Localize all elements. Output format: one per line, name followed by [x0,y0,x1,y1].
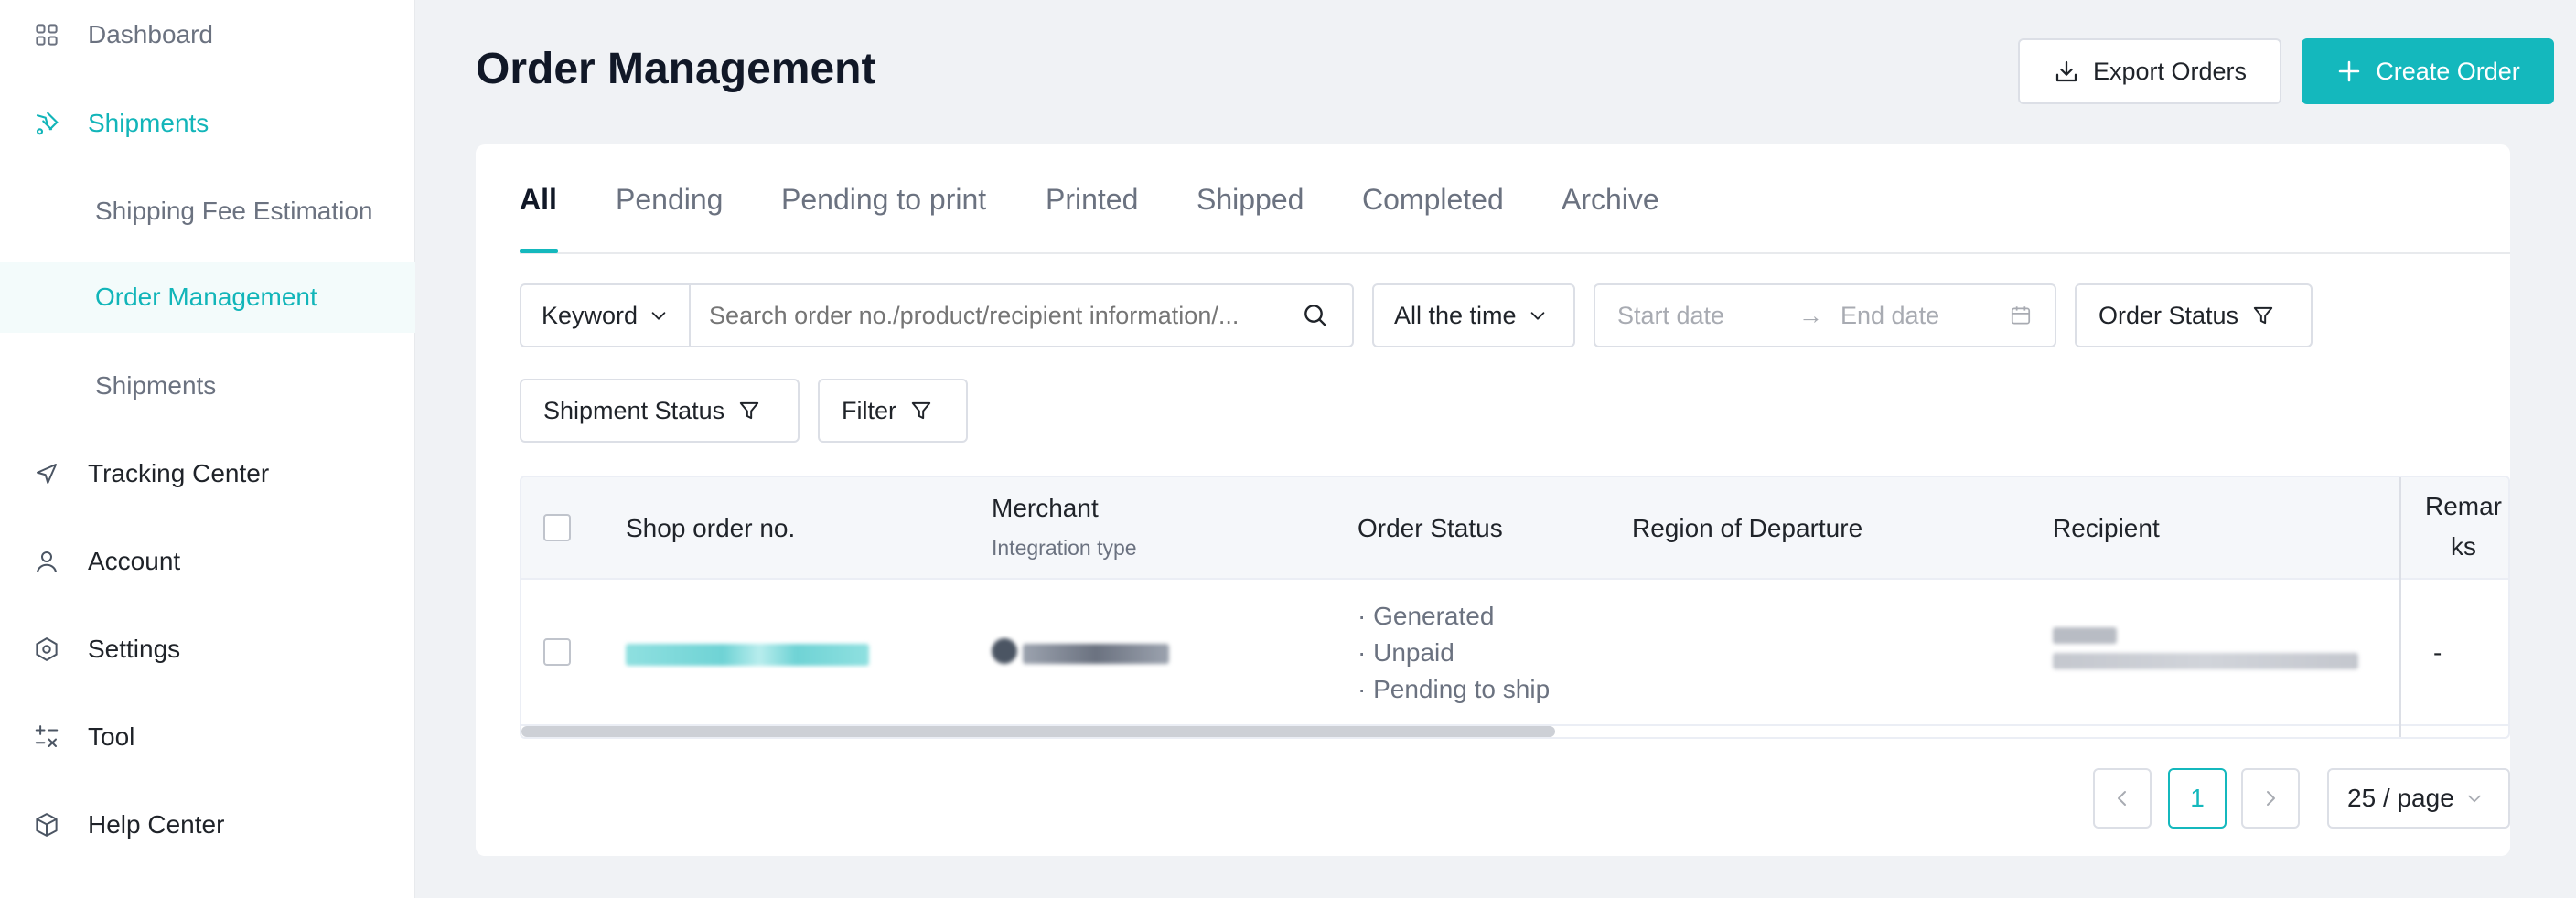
export-orders-label: Export Orders [2092,57,2248,85]
sidebar-item-label: Shipments [95,371,217,400]
order-status-generated: · Generated [1358,602,1495,630]
download-icon [2055,60,2077,82]
chevron-down-icon [651,312,666,320]
chevron-left-icon [2118,791,2126,806]
sidebar-item-label: Settings [88,635,181,663]
shop-order-link[interactable] [626,644,869,666]
horizontal-scrollbar[interactable] [521,726,1555,737]
sidebar-item-label: Help Center [88,810,225,839]
table-header: Shop order no. Merchant Integration type… [521,477,2508,580]
search-icon[interactable] [1301,301,1330,330]
sidebar: Dashboard Shipments Shipping Fee Estimat… [0,0,415,898]
filter-icon [2253,306,2273,325]
tab-completed[interactable]: Completed [1362,183,1504,217]
table-row: · Generated · Unpaid · Pending to ship - [521,580,2508,724]
order-status-filter[interactable]: Order Status [2075,283,2313,347]
more-filter-button[interactable]: Filter [818,379,968,443]
column-header-integration-type: Integration type [992,536,1137,560]
arrow-right-icon: → [1798,301,1823,329]
order-status-pending-to-ship: · Pending to ship [1358,675,1551,703]
shipment-status-filter[interactable]: Shipment Status [520,379,800,443]
column-header-recipient: Recipient [2053,514,2160,542]
order-status-unpaid: · Unpaid [1358,638,1454,667]
sidebar-item-order-management[interactable]: Order Management [0,262,415,333]
orders-table: Shop order no. Merchant Integration type… [520,476,2510,739]
sidebar-item-label: Tool [88,722,135,751]
sidebar-item-shipments[interactable]: Shipments [0,88,415,159]
page-size-label: 25 / page [2347,784,2454,812]
sidebar-item-label: Shipping Fee Estimation [95,197,373,225]
prev-page-button[interactable] [2093,768,2152,829]
search-input[interactable] [691,285,1301,346]
sidebar-item-shipping-fee-estimation[interactable]: Shipping Fee Estimation [0,176,415,247]
sidebar-item-label: Account [88,547,181,575]
sidebar-item-dashboard[interactable]: Dashboard [0,0,415,69]
date-range-picker[interactable]: Start date → End date [1594,283,2056,347]
send-icon [31,458,62,489]
select-all-checkbox[interactable] [543,514,571,541]
box-icon [31,809,62,840]
page-title: Order Management [476,45,876,93]
export-orders-button[interactable]: Export Orders [2018,38,2281,104]
tab-all[interactable]: All [520,183,557,217]
tab-printed[interactable]: Printed [1046,183,1138,217]
tab-shipped[interactable]: Shipped [1197,183,1304,217]
chevron-right-icon [2267,791,2275,806]
recipient-address [2053,653,2358,669]
sidebar-item-label: Dashboard [88,20,213,48]
keyword-select[interactable]: Keyword [521,285,692,346]
dashboard-icon [31,19,62,50]
recipient-name [2053,627,2117,644]
sidebar-item-tracking-center[interactable]: Tracking Center [0,438,415,509]
sidebar-item-shipments-sub[interactable]: Shipments [0,350,415,422]
chevron-down-icon [1530,312,1544,320]
more-filter-label: Filter [842,396,896,424]
time-range-select[interactable]: All the time [1372,283,1575,347]
tab-pending-to-print[interactable]: Pending to print [781,183,986,217]
search-group: Keyword [520,283,1354,347]
user-icon [31,546,62,577]
sidebar-item-label: Tracking Center [88,459,270,487]
sidebar-item-label: Order Management [95,283,317,311]
filter-icon [911,401,931,420]
chevron-down-icon [2468,795,2481,803]
time-range-label: All the time [1394,301,1517,329]
active-tab-indicator [520,249,558,253]
sidebar-item-label: Shipments [88,109,209,137]
filter-icon [739,401,759,420]
column-header-shop-order: Shop order no. [626,514,796,542]
settings-icon [31,634,62,665]
create-order-label: Create Order [2376,57,2520,85]
merchant-logo [992,638,1017,664]
shipment-status-filter-label: Shipment Status [543,396,725,424]
merchant-name [1023,644,1169,664]
calendar-icon [2011,306,2031,325]
tabs-divider [520,252,2510,254]
sidebar-item-account[interactable]: Account [0,526,415,597]
start-date-input[interactable]: Start date [1617,302,1798,330]
create-order-button[interactable]: Create Order [2302,38,2554,104]
page-size-select[interactable]: 25 / page [2327,768,2510,829]
order-status-filter-label: Order Status [2098,301,2239,329]
orders-card: All Pending Pending to print Printed Shi… [476,144,2510,856]
remarks-fixed-column-shadow [2399,477,2508,737]
tab-archive[interactable]: Archive [1562,183,1659,217]
keyword-select-label: Keyword [542,301,639,329]
sidebar-item-help-center[interactable]: Help Center [0,789,415,861]
column-header-region: Region of Departure [1632,514,1863,542]
page-1-button[interactable]: 1 [2168,768,2227,829]
plus-icon [2338,60,2360,82]
next-page-button[interactable] [2241,768,2300,829]
sidebar-item-tool[interactable]: Tool [0,701,415,773]
row-checkbox[interactable] [543,638,571,666]
column-header-merchant: Merchant [992,494,1099,522]
tab-pending[interactable]: Pending [616,183,723,217]
shipments-icon [31,108,62,139]
end-date-input[interactable]: End date [1841,302,2009,330]
column-header-order-status: Order Status [1358,514,1503,542]
calculator-icon [31,722,62,753]
sidebar-item-settings[interactable]: Settings [0,614,415,685]
